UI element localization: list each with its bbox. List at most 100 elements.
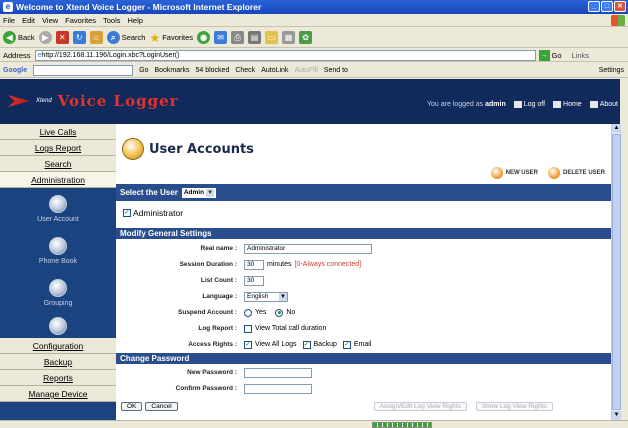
app-logo: Xtend Voice Logger [8,92,179,110]
sidebar-item-grouping[interactable]: Grouping [0,272,116,314]
nav-configuration[interactable]: Configuration [0,338,116,354]
back-button[interactable]: ◀ Back [3,31,35,44]
show-log-view-rights-button[interactable]: Show Log View Rights [475,401,553,411]
scroll-thumb[interactable] [612,134,621,410]
nav-backup[interactable]: Backup [0,354,116,370]
sendto-button[interactable]: Send to [324,67,348,74]
search-button[interactable]: ⌕ Search [106,31,145,44]
sidebar-item-more[interactable] [0,314,116,338]
menu-tools[interactable]: Tools [103,16,121,25]
app-header: Xtend Voice Logger You are logged as adm… [0,79,620,124]
print-button[interactable]: ⎙ [231,31,245,44]
sidebar-item-phone-book[interactable]: Phone Book [0,230,116,272]
go-button[interactable]: Go [552,51,562,60]
suspend-yes-radio[interactable] [244,308,252,317]
edit-button[interactable]: ▤ [248,31,262,44]
administrator-checkbox[interactable]: ✓ [123,209,131,217]
listcount-input[interactable]: 30 [244,275,264,286]
realname-row: Real name : Administrator [116,241,611,256]
sidebar-item-user-account[interactable]: User Account [0,188,116,230]
change-password-heading: Change Password [116,353,611,364]
links-button[interactable]: Links [572,51,590,60]
menu-favorites[interactable]: Favorites [65,16,96,25]
minimize-button[interactable]: _ [588,1,600,12]
google-go-button[interactable]: Go [139,67,148,74]
popup-blocked-button[interactable]: 54 blocked [195,67,229,74]
login-status: You are logged as admin [426,101,506,108]
window-title: Welcome to Xtend Voice Logger - Microsof… [16,2,262,12]
session-input[interactable]: 30 [244,259,264,270]
realname-input[interactable]: Administrator [244,243,372,254]
google-toolbar: Google Go Bookmarks 54 blocked Check Aut… [0,63,628,78]
user-select[interactable]: Admin ▼ [181,187,217,198]
address-input[interactable]: e http://192.168.11.196/Login.xbc?LoginU… [34,49,536,61]
favorites-button[interactable]: ★ Favorites [149,31,193,45]
language-row: Language : English ▼ [116,289,611,304]
scroll-up-icon[interactable]: ▲ [612,124,621,133]
main-content: User Accounts NEW USER DELETE USER Selec… [116,124,611,420]
nav-reports[interactable]: Reports [0,370,116,386]
forward-button[interactable]: ▶ [38,31,52,44]
realname-label: Real name : [200,245,238,252]
new-user-button[interactable]: NEW USER [490,167,538,179]
home-button[interactable]: ⌂ [89,31,103,44]
autofill-button[interactable]: AutoFill [294,67,317,74]
menu-help[interactable]: Help [128,16,143,25]
logreport-label: Log Report : [198,325,237,332]
new-password-input[interactable] [244,367,312,378]
new-password-row: New Password : [116,365,611,380]
suspend-label: Suspend Account : [178,309,237,316]
page-actions: NEW USER DELETE USER [490,167,605,179]
close-button[interactable]: ✕ [614,1,626,12]
folder-button[interactable]: ▭ [265,31,279,44]
general-settings-heading: Modify General Settings [116,228,611,239]
menu-edit[interactable]: Edit [22,16,35,25]
page-scrollbar[interactable]: ▲ ▼ [611,124,621,420]
nav-search[interactable]: Search [0,156,116,172]
stop-button[interactable]: ✕ [55,31,69,44]
menu-view[interactable]: View [42,16,58,25]
settings-button[interactable]: Settings [599,67,624,74]
page-header: User Accounts [122,138,254,160]
language-select[interactable]: English ▼ [244,291,288,302]
phone-book-icon [49,237,67,255]
ok-button[interactable]: OK [121,401,143,411]
confirm-password-input[interactable] [244,383,312,394]
logoff-link[interactable]: Log off [513,101,545,108]
email-checkbox[interactable]: ✓ [342,340,351,349]
assign-log-view-rights-button[interactable]: Assign/Edit Log View Rights [373,401,467,411]
delete-user-button[interactable]: DELETE USER [547,167,605,179]
check-button[interactable]: Check [235,67,255,74]
nav-administration[interactable]: Administration [0,172,116,188]
mail-button[interactable]: ✉ [214,31,228,44]
scroll-down-icon[interactable]: ▼ [612,411,621,420]
research-button[interactable]: ▦ [282,31,296,44]
media-button[interactable]: ◉ [197,31,211,44]
status-bar [0,420,628,428]
view-total-duration-checkbox[interactable] [244,324,252,333]
user-accounts-icon [122,138,144,160]
home-link[interactable]: Home [553,101,582,108]
bookmarks-button[interactable]: Bookmarks [154,67,189,74]
nav-manage-device[interactable]: Manage Device [0,386,116,402]
suspend-no-radio[interactable] [275,308,284,317]
select-user-label: Select the User [120,188,178,197]
menu-file[interactable]: File [3,16,15,25]
google-search-input[interactable] [33,64,134,76]
about-link[interactable]: About [589,101,618,108]
address-bar: Address e http://192.168.11.196/Login.xb… [0,49,628,62]
maximize-button[interactable]: □ [601,1,613,12]
view-all-logs-checkbox[interactable]: ✓ [244,340,252,349]
cancel-button[interactable]: Cancel [145,401,178,411]
go-arrow-icon[interactable]: → [538,49,550,61]
autolink-button[interactable]: AutoLink [261,67,288,74]
messenger-button[interactable]: ✿ [299,31,313,44]
back-arrow-icon: ◀ [3,31,16,44]
page-title: User Accounts [149,141,254,157]
refresh-button[interactable]: ↻ [72,31,86,44]
listcount-row: List Count : 30 [116,273,611,288]
backup-checkbox[interactable]: ✓ [302,340,311,349]
nav-logs-report[interactable]: Logs Report [0,140,116,156]
nav-live-calls[interactable]: Live Calls [0,124,116,140]
chevron-down-icon: ▼ [206,188,215,197]
